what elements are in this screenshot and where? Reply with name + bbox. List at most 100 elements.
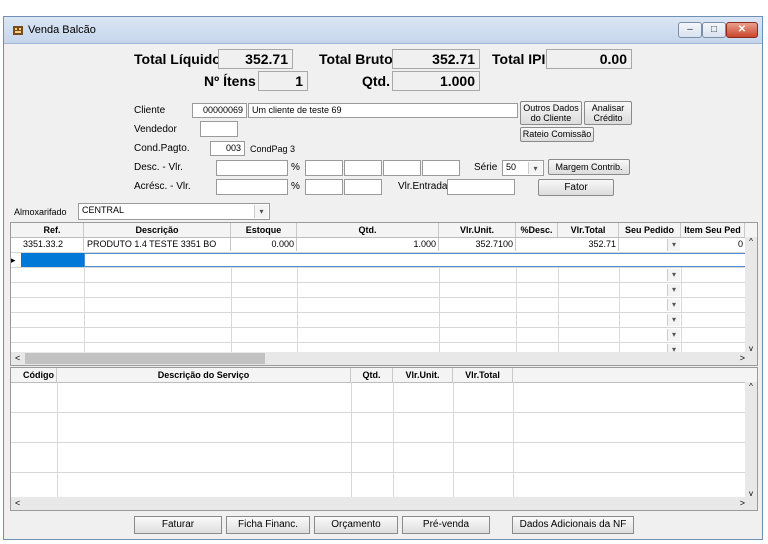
acresc-percent-1[interactable]	[305, 179, 343, 195]
total-liquido-label: Total Líquido	[134, 51, 221, 67]
desc-percent-4[interactable]	[422, 160, 460, 176]
col-header-estoque[interactable]: Estoque	[231, 223, 297, 237]
analisar-credito-button[interactable]: Analisar Crédito	[584, 101, 632, 125]
products-header: Ref. Descrição Estoque Qtd. Vlr.Unit. %D…	[11, 223, 757, 238]
desc-percent-2[interactable]	[344, 160, 382, 176]
selected-cell[interactable]	[21, 253, 84, 267]
col-header-serv-vlr-unit[interactable]: Vlr.Unit.	[393, 368, 453, 382]
col-header-qtd[interactable]: Qtd.	[297, 223, 439, 237]
col-header-seu-pedido[interactable]: Seu Pedido	[619, 223, 681, 237]
row-pointer-icon: ▸	[11, 255, 16, 265]
dados-adicionais-nf-button[interactable]: Dados Adicionais da NF	[512, 516, 634, 534]
col-header-serv-vlr-total[interactable]: Vlr.Total	[453, 368, 513, 382]
chevron-down-icon[interactable]: ▾	[667, 239, 680, 251]
scroll-thumb[interactable]	[25, 353, 265, 364]
vlr-entrada-input[interactable]	[447, 179, 515, 195]
num-itens-value: 1	[258, 71, 308, 91]
col-divider	[84, 267, 85, 353]
chevron-down-icon[interactable]: ▾	[667, 344, 680, 353]
scroll-left-icon[interactable]: <	[15, 497, 20, 510]
margem-contrib-button[interactable]: Margem Contrib.	[548, 159, 630, 175]
orcamento-button[interactable]: Orçamento	[314, 516, 398, 534]
scroll-right-icon[interactable]: >	[740, 352, 745, 365]
cliente-name-input[interactable]: Um cliente de teste 69	[248, 103, 518, 118]
col-header-descricao-servico[interactable]: Descrição do Serviço	[57, 368, 351, 382]
col-divider	[558, 267, 559, 353]
desc-percent-1[interactable]	[305, 160, 343, 176]
row-divider	[11, 412, 757, 413]
cell-vlr-total: 352.71	[558, 238, 619, 251]
total-ipi-value: 0.00	[546, 49, 632, 69]
serie-value: 50	[506, 162, 517, 172]
acresc-vlr-input[interactable]	[216, 179, 288, 195]
cliente-code-input[interactable]: 00000069	[192, 103, 247, 118]
new-row[interactable]	[84, 253, 746, 267]
pre-venda-button[interactable]: Pré-venda	[402, 516, 490, 534]
col-divider	[57, 382, 58, 498]
vendedor-input[interactable]	[200, 121, 238, 137]
products-hscrollbar[interactable]: < >	[11, 352, 757, 365]
serie-select[interactable]: 50 ▾	[502, 160, 544, 176]
chevron-down-icon[interactable]: ▾	[667, 284, 680, 296]
col-header-descricao[interactable]: Descrição	[84, 223, 231, 237]
desc-percent-label: %	[291, 162, 300, 173]
acresc-percent-2[interactable]	[344, 179, 382, 195]
col-divider	[439, 267, 440, 353]
row-divider	[11, 252, 757, 253]
title-bar: Venda Balcão – □ ✕	[4, 17, 762, 44]
venda-balcao-window: Venda Balcão – □ ✕ Total Líquido 352.71 …	[3, 16, 763, 540]
cond-pagto-label: Cond.Pagto.	[134, 143, 190, 154]
row-divider	[11, 472, 757, 473]
col-header-serv-qtd[interactable]: Qtd.	[351, 368, 393, 382]
desc-vlr-input[interactable]	[216, 160, 288, 176]
scroll-up-icon[interactable]: ^	[745, 382, 757, 391]
acresc-percent-label: %	[291, 181, 300, 192]
col-header-codigo[interactable]: Código	[21, 368, 57, 382]
ficha-financ-button[interactable]: Ficha Financ.	[226, 516, 310, 534]
fator-button[interactable]: Fator	[538, 179, 614, 196]
products-vscrollbar[interactable]: ^ v	[745, 237, 757, 353]
row-divider	[11, 442, 757, 443]
cliente-label: Cliente	[134, 105, 166, 116]
vlr-entrada-label: Vlr.Entrada	[398, 181, 448, 192]
col-header-vlr-unit[interactable]: Vlr.Unit.	[439, 223, 516, 237]
chevron-down-icon[interactable]: ▾	[667, 269, 680, 281]
maximize-icon: □	[710, 24, 718, 35]
col-divider	[231, 267, 232, 353]
chevron-down-icon[interactable]: ▾	[667, 314, 680, 326]
vendedor-label: Vendedor	[134, 124, 177, 135]
minimize-button[interactable]: –	[678, 22, 702, 38]
close-button[interactable]: ✕	[726, 22, 758, 38]
minimize-icon: –	[687, 24, 693, 35]
col-divider	[681, 267, 682, 353]
scroll-left-icon[interactable]: <	[15, 352, 20, 365]
faturar-button[interactable]: Faturar	[134, 516, 222, 534]
col-header-ref[interactable]: Ref.	[21, 223, 84, 237]
cell-item-seu-ped: 0	[737, 239, 743, 249]
maximize-button[interactable]: □	[702, 22, 726, 38]
services-hscrollbar[interactable]: < >	[11, 497, 757, 510]
col-header-item-seu-ped[interactable]: Item Seu Ped	[681, 223, 745, 237]
products-grid[interactable]: Ref. Descrição Estoque Qtd. Vlr.Unit. %D…	[10, 222, 758, 366]
cell-vlr-unit: 352.7100	[439, 238, 516, 251]
col-header-vlr-total[interactable]: Vlr.Total	[558, 223, 619, 237]
col-header-desc-pct[interactable]: %Desc.	[516, 223, 558, 237]
rateio-comissao-button[interactable]: Rateio Comissão	[520, 127, 594, 142]
desc-vlr-label: Desc. - Vlr.	[134, 162, 183, 173]
services-grid[interactable]: Código Descrição do Serviço Qtd. Vlr.Uni…	[10, 367, 758, 511]
cond-pagto-code-input[interactable]: 003	[210, 141, 245, 156]
col-divider	[516, 267, 517, 353]
outros-dados-cliente-button[interactable]: Outros Dados do Cliente	[520, 101, 582, 125]
desc-percent-3[interactable]	[383, 160, 421, 176]
chevron-down-icon[interactable]: ▾	[667, 329, 680, 341]
cell-estoque: 0.000	[231, 238, 297, 251]
scroll-up-icon[interactable]: ^	[745, 237, 757, 246]
col-divider	[393, 382, 394, 498]
services-header: Código Descrição do Serviço Qtd. Vlr.Uni…	[11, 368, 757, 383]
services-vscrollbar[interactable]: ^ v	[745, 382, 757, 498]
cell-qtd: 1.000	[297, 238, 439, 251]
scroll-right-icon[interactable]: >	[740, 497, 745, 510]
chevron-down-icon[interactable]: ▾	[667, 299, 680, 311]
almoxarifado-select[interactable]: CENTRAL ▾	[78, 203, 270, 220]
col-divider	[513, 382, 514, 498]
